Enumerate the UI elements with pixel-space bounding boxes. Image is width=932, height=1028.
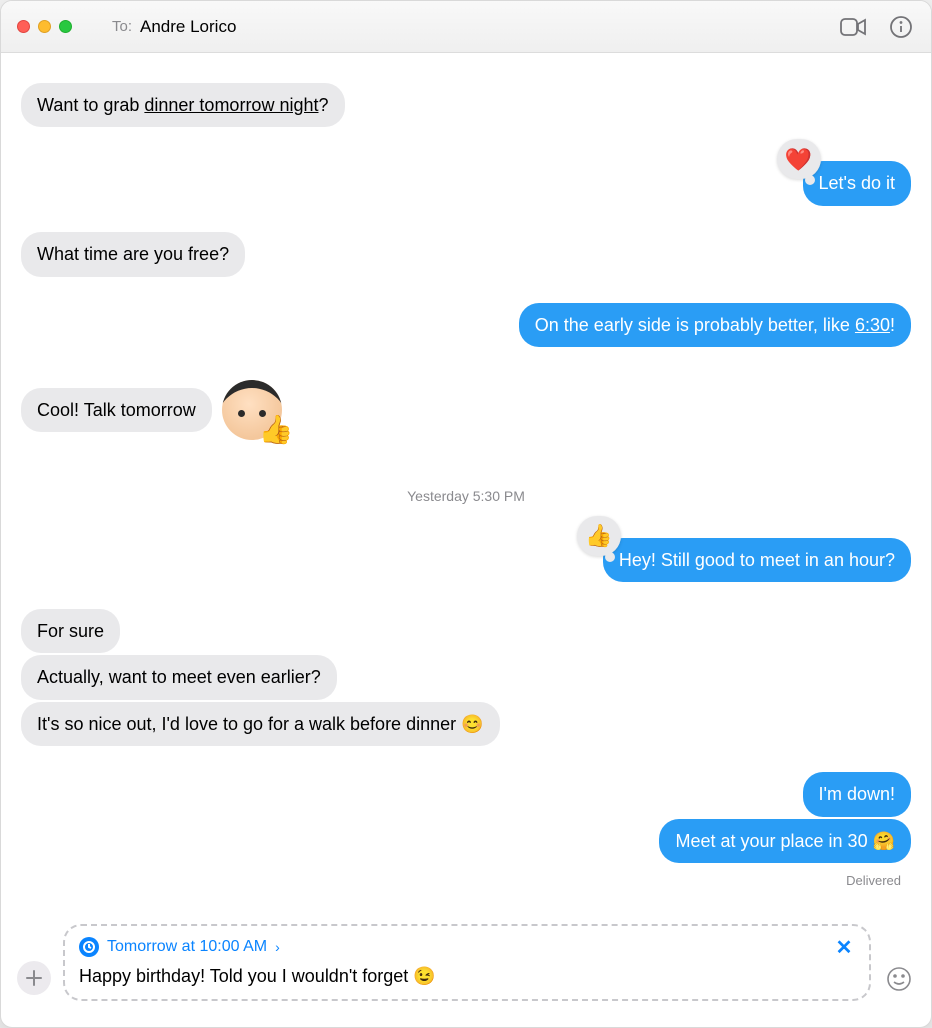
- message-text: I'm down!: [819, 784, 895, 804]
- message-incoming[interactable]: What time are you free?: [21, 232, 911, 276]
- message-text: On the early side is probably better, li…: [535, 315, 855, 335]
- message-text: It's so nice out, I'd love to go for a w…: [37, 714, 484, 734]
- schedule-clock-icon: [79, 937, 99, 957]
- message-outgoing[interactable]: Meet at your place in 30 🤗: [21, 819, 911, 863]
- delivery-status: Delivered: [21, 873, 911, 888]
- info-icon[interactable]: [887, 15, 915, 39]
- message-incoming[interactable]: Cool! Talk tomorrow 👍: [21, 374, 911, 446]
- memoji-sticker[interactable]: 👍: [216, 374, 288, 446]
- data-detector-link[interactable]: dinner tomorrow night: [144, 95, 318, 115]
- message-text: Actually, want to meet even earlier?: [37, 667, 321, 687]
- conversation-scroll[interactable]: Want to grab dinner tomorrow night? ❤️ L…: [1, 53, 931, 914]
- dismiss-schedule-button[interactable]: ✕: [833, 936, 855, 958]
- compose-area: Tomorrow at 10:00 AM › ✕ Happy birthday!…: [1, 914, 931, 1027]
- messages-window: To: Andre Lorico Want to grab dinner tom…: [0, 0, 932, 1028]
- recipient-name[interactable]: Andre Lorico: [140, 17, 236, 37]
- message-outgoing[interactable]: I'm down!: [21, 772, 911, 816]
- minimize-window-button[interactable]: [38, 20, 51, 33]
- tapback-thumbs-up[interactable]: 👍: [577, 516, 621, 556]
- message-input[interactable]: Happy birthday! Told you I wouldn't forg…: [79, 966, 855, 987]
- message-outgoing[interactable]: On the early side is probably better, li…: [21, 303, 911, 347]
- message-incoming[interactable]: It's so nice out, I'd love to go for a w…: [21, 702, 911, 746]
- compose-box[interactable]: Tomorrow at 10:00 AM › ✕ Happy birthday!…: [63, 924, 871, 1001]
- facetime-video-icon[interactable]: [839, 15, 867, 39]
- message-text: Want to grab: [37, 95, 144, 115]
- schedule-send-row[interactable]: Tomorrow at 10:00 AM › ✕: [79, 936, 855, 958]
- plus-icon: [25, 969, 43, 987]
- message-outgoing[interactable]: ❤️ Let's do it: [21, 161, 911, 205]
- fullscreen-window-button[interactable]: [59, 20, 72, 33]
- close-window-button[interactable]: [17, 20, 30, 33]
- message-text: For sure: [37, 621, 104, 641]
- emoji-picker-button[interactable]: [883, 963, 915, 995]
- message-text: Hey! Still good to meet in an hour?: [619, 550, 895, 570]
- schedule-time-label[interactable]: Tomorrow at 10:00 AM: [107, 938, 267, 956]
- message-incoming[interactable]: Actually, want to meet even earlier?: [21, 655, 911, 699]
- emoji-icon: [886, 966, 912, 992]
- message-incoming[interactable]: For sure: [21, 609, 911, 653]
- timestamp-divider: Yesterday 5:30 PM: [21, 488, 911, 504]
- window-controls: [17, 20, 72, 33]
- message-incoming[interactable]: Want to grab dinner tomorrow night?: [21, 83, 911, 127]
- message-text: Meet at your place in 30 🤗: [675, 831, 895, 851]
- data-detector-link[interactable]: 6:30: [855, 315, 890, 335]
- tapback-heart[interactable]: ❤️: [777, 139, 821, 179]
- titlebar: To: Andre Lorico: [1, 1, 931, 53]
- message-text: Let's do it: [819, 173, 895, 193]
- message-text: Cool! Talk tomorrow: [37, 400, 196, 420]
- message-text: What time are you free?: [37, 244, 229, 264]
- chevron-right-icon: ›: [275, 939, 280, 955]
- to-label: To:: [112, 18, 132, 35]
- add-attachment-button[interactable]: [17, 961, 51, 995]
- message-outgoing[interactable]: 👍 Hey! Still good to meet in an hour?: [21, 538, 911, 582]
